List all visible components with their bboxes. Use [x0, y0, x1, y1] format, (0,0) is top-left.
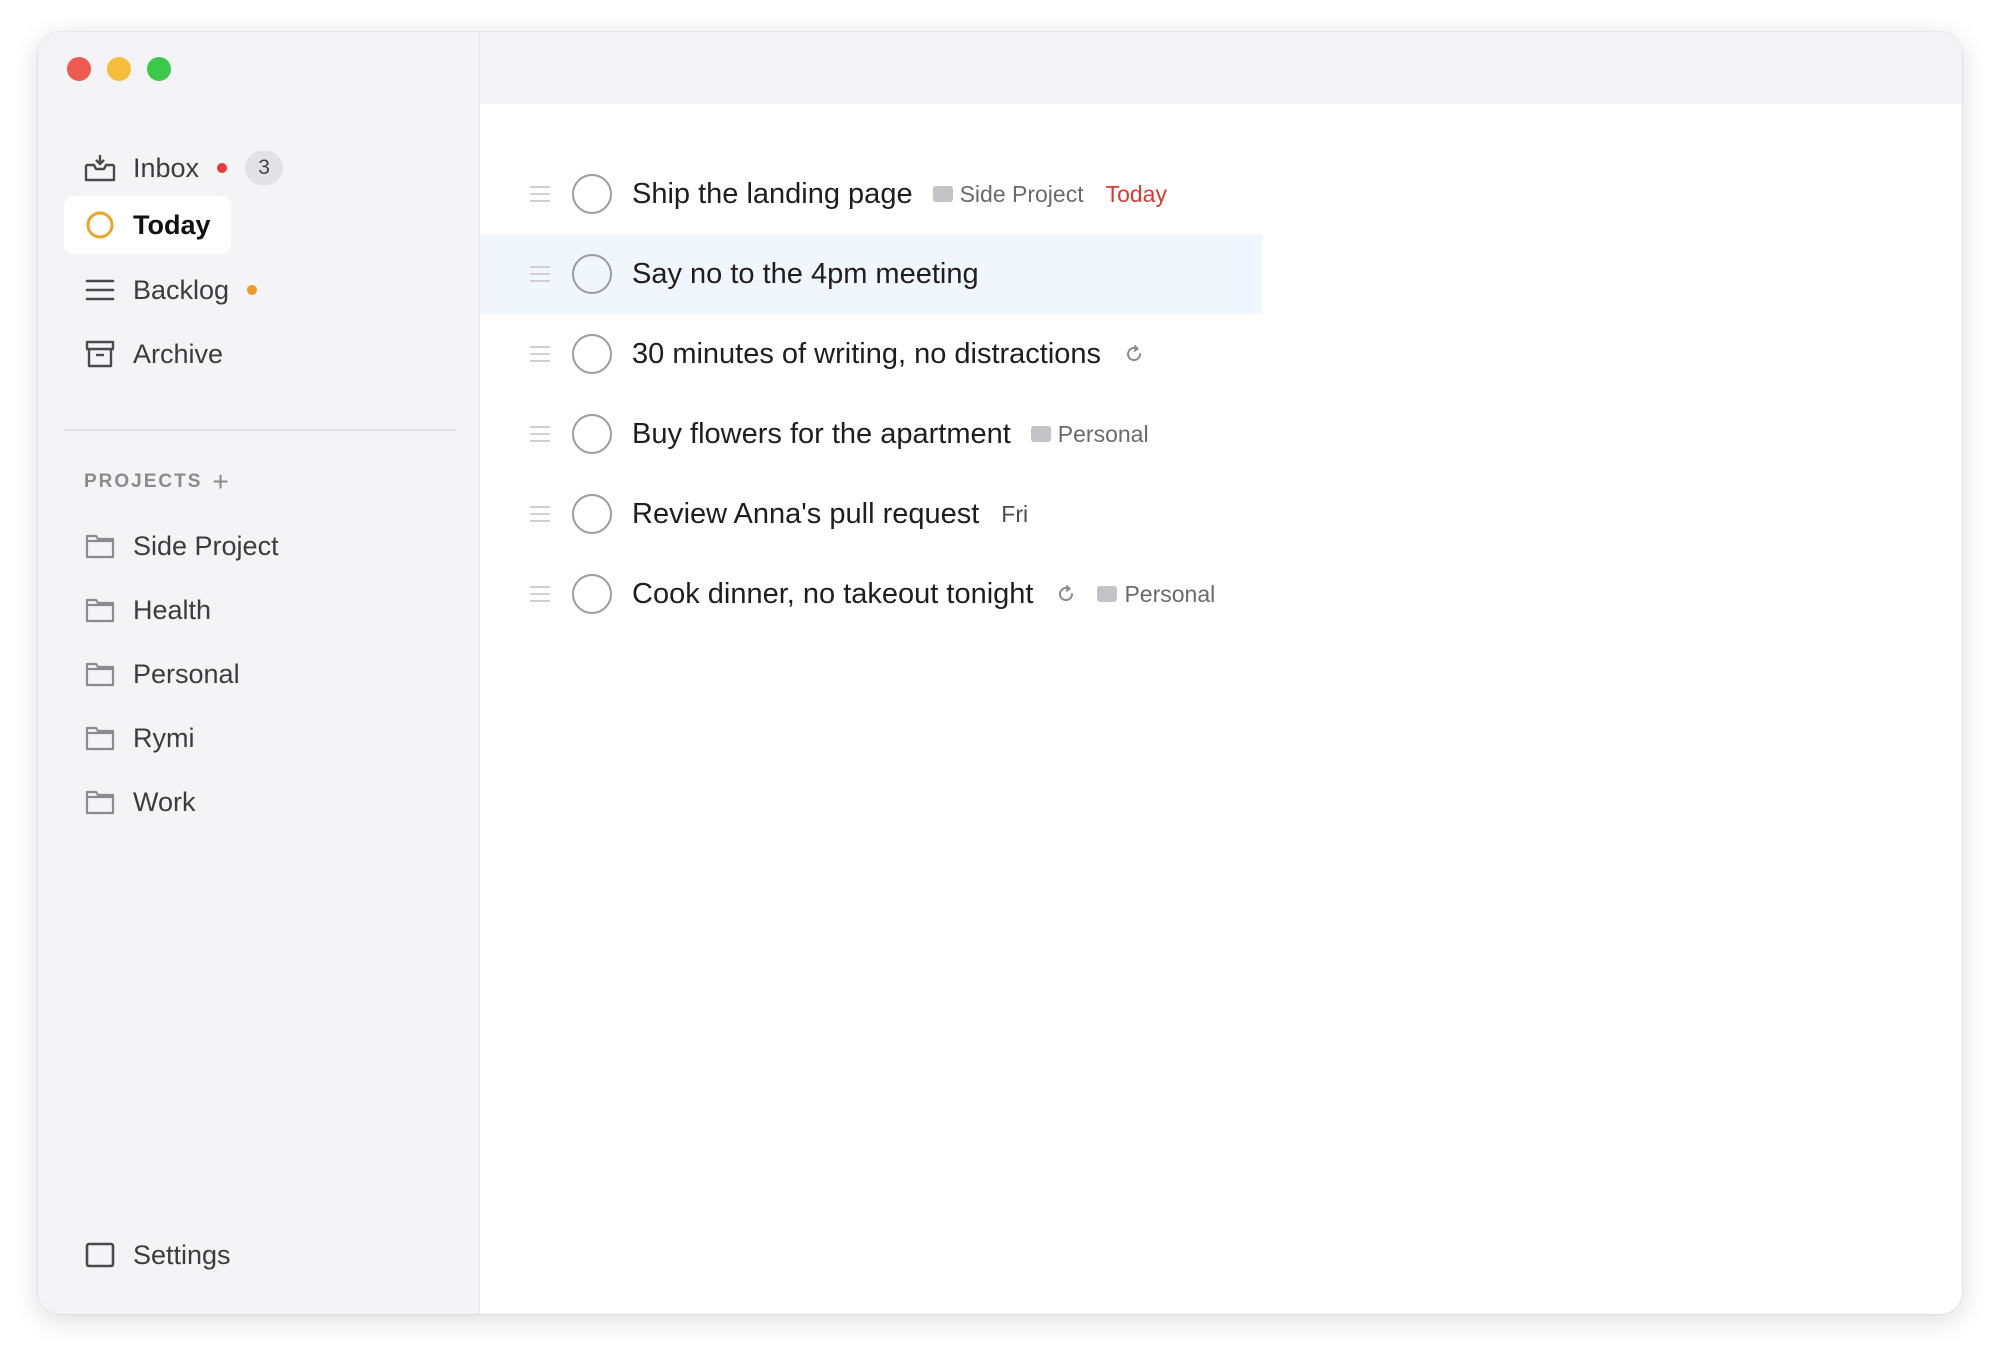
sidebar-item-inbox[interactable]: Inbox 3	[64, 139, 303, 197]
project-tag[interactable]: Personal	[1097, 581, 1215, 608]
task-title[interactable]: Cook dinner, no takeout tonight	[632, 578, 1033, 611]
sidebar-item-settings[interactable]: Settings	[64, 1226, 251, 1284]
task-title[interactable]: Review Anna's pull request	[632, 498, 979, 531]
sidebar-item-project[interactable]: Work	[64, 773, 216, 831]
task-list-pane: Ship the landing page Side Project Today…	[480, 32, 1962, 1314]
archive-icon	[84, 338, 116, 370]
project-tag[interactable]: Side Project	[932, 180, 1084, 208]
window-controls	[67, 57, 171, 81]
sidebar-item-label: Archive	[133, 338, 224, 369]
drag-handle-icon[interactable]	[530, 346, 550, 362]
sidebar-item-label: Personal	[133, 658, 240, 689]
task-title[interactable]: 30 minutes of writing, no distractions	[632, 338, 1101, 371]
toolbar	[480, 32, 1962, 104]
zoom-window-button[interactable]	[147, 57, 171, 81]
project-tag-label: Personal	[1124, 580, 1216, 607]
task-checkbox[interactable]	[572, 174, 612, 214]
task-title[interactable]: Buy flowers for the apartment	[632, 418, 1011, 451]
task-checkbox[interactable]	[572, 414, 612, 454]
folder-icon	[84, 594, 116, 626]
due-date-label[interactable]: Fri	[1001, 501, 1028, 528]
minimize-window-button[interactable]	[107, 57, 131, 81]
project-tag[interactable]: Personal	[1030, 420, 1149, 448]
project-tag-icon	[932, 186, 953, 202]
task-row[interactable]: Review Anna's pull request Fri	[480, 474, 1262, 554]
drag-handle-icon[interactable]	[530, 426, 550, 442]
backlog-icon	[84, 274, 116, 306]
task-row[interactable]: Cook dinner, no takeout tonight Personal	[480, 554, 1262, 634]
folder-icon	[84, 786, 116, 818]
sidebar-item-label: Health	[133, 594, 212, 625]
today-icon	[84, 209, 116, 241]
sidebar-divider	[64, 429, 456, 431]
task-row[interactable]: Buy flowers for the apartment Personal	[480, 394, 1262, 474]
task-row[interactable]: 30 minutes of writing, no distractions	[480, 314, 1262, 394]
due-date-label[interactable]: Today	[1106, 181, 1167, 208]
folder-icon	[84, 530, 116, 562]
sidebar-item-label: Rymi	[133, 722, 195, 753]
drag-handle-icon[interactable]	[530, 186, 550, 202]
app-window: Inbox 3 Today Backlog Archive PROJECTS +…	[38, 32, 1962, 1314]
inbox-count-badge: 3	[245, 151, 284, 185]
task-checkbox[interactable]	[572, 334, 612, 374]
projects-header: PROJECTS +	[84, 468, 229, 496]
task-row[interactable]: Ship the landing page Side Project Today	[480, 154, 1262, 234]
sidebar-item-label: Backlog	[133, 274, 230, 305]
folder-icon	[84, 658, 116, 690]
sidebar-item-project[interactable]: Health	[64, 581, 231, 639]
task-title[interactable]: Ship the landing page	[632, 178, 913, 211]
sidebar-item-project[interactable]: Personal	[64, 645, 260, 703]
sidebar-item-project[interactable]: Side Project	[64, 517, 299, 575]
sidebar-item-backlog[interactable]: Backlog	[64, 261, 277, 319]
sidebar-item-project[interactable]: Rymi	[64, 709, 215, 767]
add-project-button[interactable]: +	[212, 468, 228, 496]
status-dot	[247, 285, 258, 295]
projects-header-label: PROJECTS	[84, 471, 203, 492]
task-title[interactable]: Say no to the 4pm meeting	[632, 258, 979, 291]
close-window-button[interactable]	[67, 57, 91, 81]
project-tag-label: Personal	[1057, 420, 1149, 447]
settings-icon	[84, 1239, 116, 1271]
sidebar: Inbox 3 Today Backlog Archive PROJECTS +…	[38, 32, 480, 1314]
project-tag-icon	[1097, 586, 1118, 602]
inbox-icon	[84, 152, 116, 184]
drag-handle-icon[interactable]	[530, 266, 550, 282]
drag-handle-icon[interactable]	[530, 506, 550, 522]
sidebar-item-label: Work	[133, 786, 196, 817]
task-checkbox[interactable]	[572, 494, 612, 534]
folder-icon	[84, 722, 116, 754]
task-row[interactable]: Say no to the 4pm meeting	[480, 234, 1262, 314]
project-tag-label: Side Project	[959, 180, 1084, 207]
task-checkbox[interactable]	[572, 574, 612, 614]
sidebar-item-label: Side Project	[133, 530, 279, 561]
drag-handle-icon[interactable]	[530, 586, 550, 602]
unread-dot	[217, 163, 228, 173]
sidebar-item-archive[interactable]: Archive	[64, 325, 243, 383]
repeat-icon	[1123, 343, 1145, 365]
project-tag-icon	[1030, 426, 1051, 442]
sidebar-item-label: Today	[133, 209, 211, 240]
task-checkbox[interactable]	[572, 254, 612, 294]
sidebar-item-today[interactable]: Today	[64, 196, 231, 254]
sidebar-item-label: Settings	[133, 1239, 231, 1270]
repeat-icon	[1055, 583, 1077, 605]
sidebar-item-label: Inbox	[133, 152, 200, 183]
